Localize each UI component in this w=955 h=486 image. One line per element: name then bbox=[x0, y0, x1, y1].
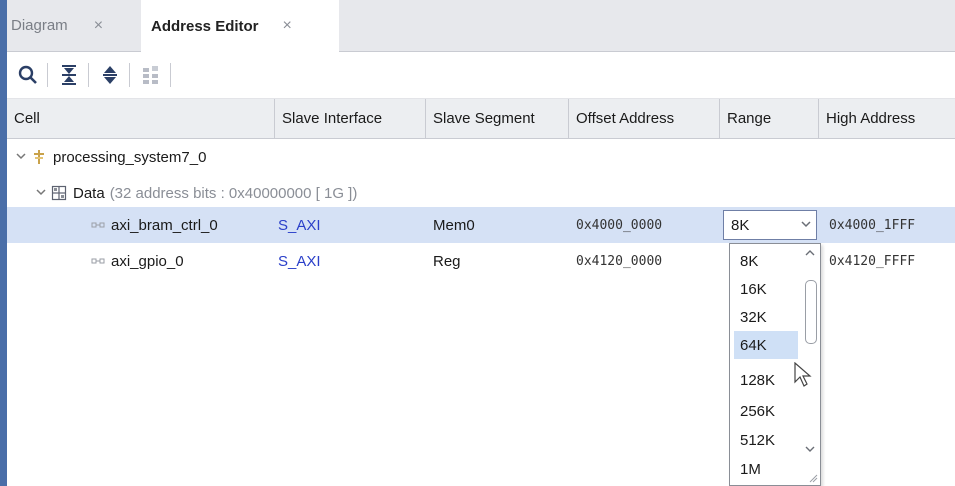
range-option-highlighted[interactable]: 64K bbox=[734, 331, 798, 359]
tree-cell: Data (32 address bits : 0x40000000 [ 1G … bbox=[7, 175, 607, 211]
cell-label: axi_bram_ctrl_0 bbox=[111, 216, 218, 234]
data-group-label: Data bbox=[73, 184, 105, 202]
range-option[interactable]: 256K bbox=[734, 397, 798, 425]
processor-icon bbox=[31, 149, 47, 165]
tab-address-editor-label: Address Editor bbox=[151, 17, 259, 35]
scroll-up-icon[interactable] bbox=[804, 248, 816, 258]
window-left-edge bbox=[0, 0, 7, 486]
data-group-note: (32 address bits : 0x40000000 [ 1G ]) bbox=[109, 184, 358, 202]
range-option[interactable]: 32K bbox=[734, 303, 798, 331]
auto-assign-icon bbox=[143, 66, 158, 84]
processing-system-label: processing_system7_0 bbox=[53, 148, 207, 166]
range-option[interactable]: 16K bbox=[734, 275, 798, 303]
slave-segment-value: Mem0 bbox=[433, 216, 475, 234]
toolbar-separator bbox=[88, 63, 89, 87]
range-select[interactable]: 8K bbox=[723, 210, 817, 240]
toolbar-separator bbox=[47, 63, 48, 87]
column-header-range[interactable]: Range bbox=[720, 99, 819, 138]
high-address-value: 0x4000_1FFF bbox=[829, 217, 916, 233]
offset-address-value[interactable]: 0x4120_0000 bbox=[569, 243, 720, 279]
column-header-cell[interactable]: Cell bbox=[7, 99, 275, 138]
interface-icon bbox=[91, 220, 105, 230]
slave-interface-link[interactable]: S_AXI bbox=[275, 243, 426, 279]
table-header: Cell Slave Interface Slave Segment Offse… bbox=[7, 99, 955, 139]
toolbar-separator bbox=[129, 63, 130, 87]
range-select-value: 8K bbox=[731, 216, 750, 234]
tab-address-editor-close-icon[interactable]: × bbox=[283, 17, 292, 35]
search-icon bbox=[18, 65, 37, 84]
column-header-slave-interface[interactable]: Slave Interface bbox=[275, 99, 426, 138]
tab-diagram[interactable]: Diagram × bbox=[7, 0, 141, 51]
high-address-value: 0x4120_FFFF bbox=[829, 253, 916, 269]
cell-label: axi_gpio_0 bbox=[111, 252, 184, 270]
tab-address-editor[interactable]: Address Editor × bbox=[141, 0, 339, 52]
expand-all-button[interactable] bbox=[95, 60, 125, 90]
slave-interface-link[interactable]: S_AXI bbox=[275, 207, 426, 243]
search-button[interactable] bbox=[13, 60, 43, 90]
collapse-all-button[interactable] bbox=[54, 60, 84, 90]
range-option[interactable]: 8K bbox=[734, 247, 798, 275]
toolbar bbox=[7, 52, 955, 99]
address-space-icon bbox=[51, 185, 67, 201]
column-header-slave-segment[interactable]: Slave Segment bbox=[426, 99, 569, 138]
tab-diagram-close-icon[interactable]: × bbox=[94, 17, 103, 35]
scrollbar-thumb[interactable] bbox=[805, 280, 817, 344]
expand-all-icon bbox=[103, 66, 117, 84]
slave-segment-value: Reg bbox=[433, 252, 461, 270]
range-option[interactable]: 1M bbox=[734, 455, 798, 483]
tab-diagram-label: Diagram bbox=[11, 17, 68, 34]
interface-icon bbox=[91, 256, 105, 266]
cell-name: axi_bram_ctrl_0 bbox=[7, 207, 275, 243]
column-header-high-address[interactable]: High Address bbox=[819, 99, 955, 138]
chevron-down-icon[interactable] bbox=[796, 218, 816, 233]
tree-row-data-group[interactable]: Data (32 address bits : 0x40000000 [ 1G … bbox=[7, 175, 955, 211]
tab-bar: Diagram × Address Editor × bbox=[7, 0, 955, 52]
offset-address-value[interactable]: 0x4000_0000 bbox=[569, 207, 720, 243]
tree-cell: processing_system7_0 bbox=[7, 139, 275, 175]
auto-assign-button[interactable] bbox=[136, 60, 166, 90]
resize-grip-icon[interactable] bbox=[808, 473, 818, 483]
chevron-down-icon[interactable] bbox=[15, 150, 31, 165]
chevron-down-icon[interactable] bbox=[35, 186, 51, 201]
range-option[interactable]: 128K bbox=[734, 366, 798, 394]
range-option[interactable]: 512K bbox=[734, 426, 798, 454]
cell-name: axi_gpio_0 bbox=[7, 243, 275, 279]
address-editor-window: Diagram × Address Editor × Cell Slave In… bbox=[7, 0, 955, 486]
scroll-down-icon[interactable] bbox=[804, 444, 816, 454]
tree-row-processing-system[interactable]: processing_system7_0 bbox=[7, 139, 955, 175]
toolbar-separator bbox=[170, 63, 171, 87]
column-header-offset-address[interactable]: Offset Address bbox=[569, 99, 720, 138]
mouse-cursor-icon bbox=[794, 362, 812, 387]
collapse-all-icon bbox=[62, 65, 76, 85]
